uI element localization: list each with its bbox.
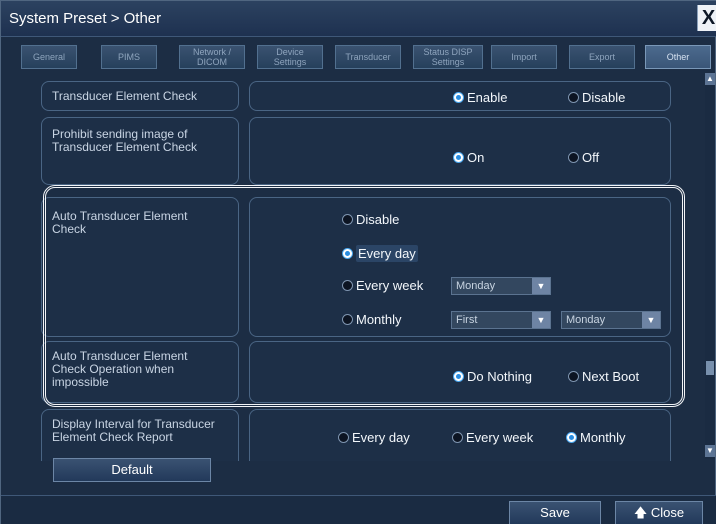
auto-check-disable-radio[interactable]: Disable [342, 212, 399, 227]
impossible-op-label-box: Auto Transducer Element Check Operation … [41, 341, 239, 403]
close-button[interactable]: 🡅 Close [615, 501, 703, 524]
impossible-op-options: Do Nothing Next Boot [249, 341, 671, 403]
tab-bar: General PIMS Network / DICOM Device Sett… [21, 45, 711, 69]
save-button[interactable]: Save [509, 501, 601, 524]
tab-export[interactable]: Export [569, 45, 635, 69]
display-interval-every-week-radio[interactable]: Every week [452, 430, 533, 445]
window-title: System Preset > Other [9, 10, 162, 27]
display-interval-every-day-radio[interactable]: Every day [338, 430, 410, 445]
radio-selected-icon [453, 371, 464, 382]
element-check-options: Enable Disable [249, 81, 671, 111]
monthly-week-value: First [456, 314, 478, 326]
impossible-op-label: Auto Transducer Element Check Operation … [52, 349, 188, 389]
auto-check-every-week-radio[interactable]: Every week [342, 278, 423, 293]
tab-pims[interactable]: PIMS [101, 45, 157, 69]
radio-selected-icon [566, 432, 577, 443]
impossible-op-do-nothing-radio[interactable]: Do Nothing [453, 369, 532, 384]
prohibit-sending-label-box: Prohibit sending image of Transducer Ele… [41, 117, 239, 185]
tab-network-dicom[interactable]: Network / DICOM [179, 45, 245, 69]
chevron-down-icon: ▼ [532, 312, 550, 328]
weekly-day-select[interactable]: Monday ▼ [451, 277, 551, 295]
auto-check-every-day-radio[interactable]: Every day [342, 245, 418, 262]
radio-unselected-icon [338, 432, 349, 443]
vertical-scrollbar[interactable]: ▲ ▼ [705, 73, 715, 459]
radio-selected-icon [342, 248, 353, 259]
radio-unselected-icon [342, 314, 353, 325]
element-check-label-box: Transducer Element Check [41, 81, 239, 111]
tab-transducer[interactable]: Transducer [335, 45, 401, 69]
radio-unselected-icon [568, 371, 579, 382]
impossible-op-next-boot-radio[interactable]: Next Boot [568, 369, 639, 384]
prohibit-sending-off-radio[interactable]: Off [568, 150, 599, 165]
display-interval-monthly-radio[interactable]: Monthly [566, 430, 626, 445]
display-interval-label: Display Interval for Transducer Element … [52, 417, 215, 444]
auto-check-label: Auto Transducer Element Check [52, 209, 188, 236]
auto-check-label-box: Auto Transducer Element Check [41, 197, 239, 337]
weekly-day-value: Monday [456, 280, 496, 292]
display-interval-label-box: Display Interval for Transducer Element … [41, 409, 239, 461]
radio-unselected-icon [568, 92, 579, 103]
close-window-button[interactable]: X [697, 5, 716, 31]
display-interval-options: Every day Every week Monthly [249, 409, 671, 461]
chevron-down-icon: ▼ [642, 312, 660, 328]
chevron-down-icon: ▼ [532, 278, 550, 294]
auto-check-monthly-radio[interactable]: Monthly [342, 312, 402, 327]
element-check-label: Transducer Element Check [52, 89, 197, 103]
scroll-thumb[interactable] [706, 361, 714, 375]
footer-bar [1, 495, 716, 524]
settings-panel: Transducer Element Check Enable Disable … [21, 71, 701, 461]
tab-general[interactable]: General [21, 45, 77, 69]
tab-other[interactable]: Other [645, 45, 711, 69]
system-preset-window: System Preset > Other X General PIMS Net… [0, 0, 716, 524]
prohibit-sending-label: Prohibit sending image of Transducer Ele… [52, 127, 197, 154]
tab-device-settings[interactable]: Device Settings [257, 45, 323, 69]
radio-unselected-icon [452, 432, 463, 443]
auto-check-options: Disable Every day Every week Monday ▼ Mo… [249, 197, 671, 337]
tab-status-disp-settings[interactable]: Status DISP Settings [413, 45, 483, 69]
close-button-label: Close [650, 505, 685, 520]
prohibit-sending-options: On Off [249, 117, 671, 185]
scroll-up-arrow-icon[interactable]: ▲ [705, 73, 715, 85]
default-button[interactable]: Default [53, 458, 211, 482]
radio-unselected-icon [342, 280, 353, 291]
up-arrow-icon: 🡅 [633, 505, 651, 520]
monthly-day-value: Monday [566, 314, 606, 326]
element-check-disable-radio[interactable]: Disable [568, 90, 625, 105]
radio-selected-icon [453, 92, 464, 103]
radio-unselected-icon [568, 152, 579, 163]
title-bar: System Preset > Other X [1, 1, 716, 37]
element-check-enable-radio[interactable]: Enable [453, 90, 507, 105]
prohibit-sending-on-radio[interactable]: On [453, 150, 484, 165]
monthly-day-select[interactable]: Monday ▼ [561, 311, 661, 329]
monthly-week-select[interactable]: First ▼ [451, 311, 551, 329]
radio-selected-icon [453, 152, 464, 163]
scroll-down-arrow-icon[interactable]: ▼ [705, 445, 715, 457]
tab-import[interactable]: Import [491, 45, 557, 69]
radio-unselected-icon [342, 214, 353, 225]
